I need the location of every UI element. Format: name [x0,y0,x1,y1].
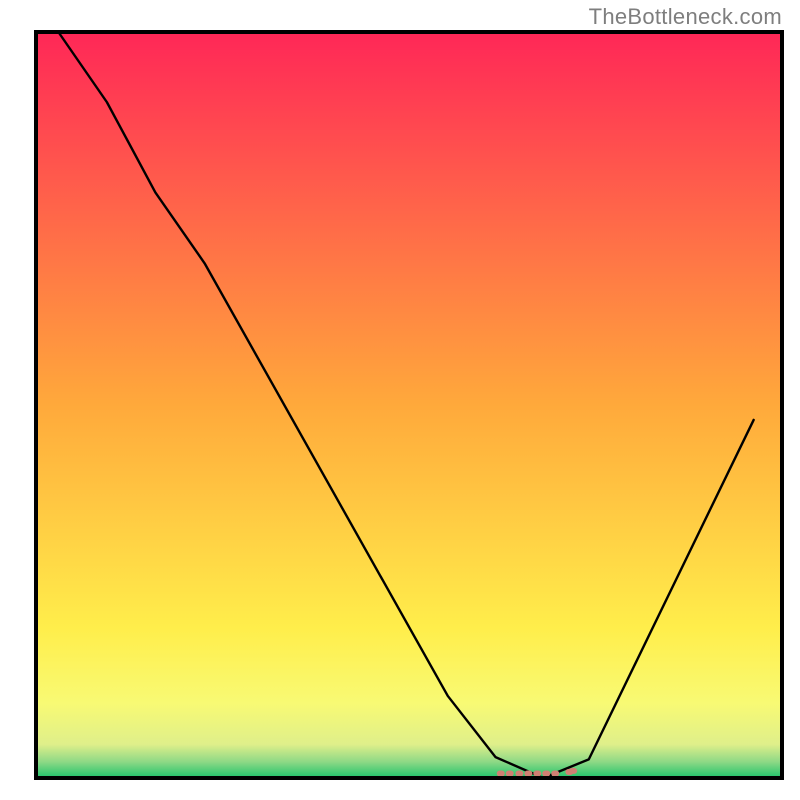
chart-svg [0,0,800,800]
chart-container: TheBottleneck.com [0,0,800,800]
plot-background [36,32,782,778]
watermark-text: TheBottleneck.com [589,4,782,30]
